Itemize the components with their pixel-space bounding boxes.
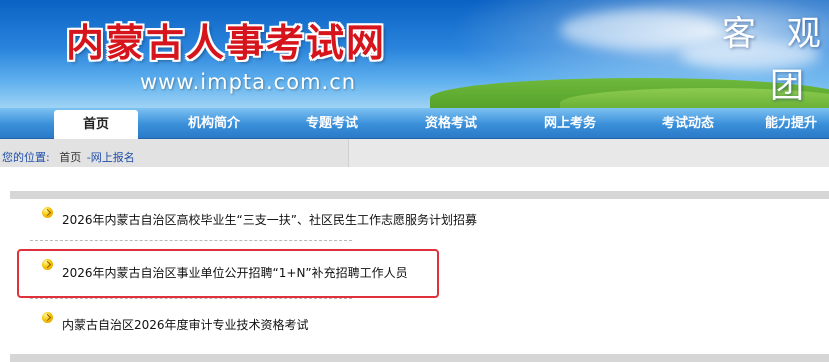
nav-item-home[interactable]: 首页 bbox=[54, 110, 138, 139]
nav-item-exam-news[interactable]: 考试动态 bbox=[646, 108, 730, 138]
main-nav: 首页 机构简介 专题考试 资格考试 网上考务 考试动态 能力提升 bbox=[0, 108, 829, 139]
nav-item-online-affairs[interactable]: 网上考务 bbox=[528, 108, 612, 138]
arrow-bullet-icon bbox=[42, 259, 53, 270]
slogan-line-1: 客 观 公 bbox=[722, 14, 829, 54]
nav-item-qualification-exams[interactable]: 资格考试 bbox=[409, 108, 493, 138]
content-bottom-divider bbox=[10, 354, 829, 362]
dashed-separator bbox=[30, 240, 352, 241]
list-item-link[interactable]: 2026年内蒙古自治区高校毕业生“三支一扶”、社区民生工作志愿服务计划招募 bbox=[62, 211, 477, 228]
site-title: 内蒙古人事考试网 bbox=[66, 20, 387, 65]
dashed-separator bbox=[30, 298, 352, 299]
list-item-link[interactable]: 2026年内蒙古自治区事业单位公开招聘“1+N”补充招聘工作人员 bbox=[62, 264, 408, 281]
breadcrumb-current[interactable]: -网上报名 bbox=[87, 151, 135, 164]
breadcrumb: 您的位置: 首页 -网上报名 bbox=[2, 149, 135, 165]
nav-item-about[interactable]: 机构简介 bbox=[172, 108, 256, 138]
nav-item-special-exams[interactable]: 专题考试 bbox=[290, 108, 374, 138]
arrow-bullet-icon bbox=[42, 312, 53, 323]
list-item-link[interactable]: 内蒙古自治区2026年度审计专业技术资格考试 bbox=[62, 316, 309, 333]
breadcrumb-bar: 您的位置: 首页 -网上报名 bbox=[0, 139, 829, 167]
site-url: www.impta.com.cn bbox=[140, 70, 357, 94]
content-top-divider bbox=[10, 191, 829, 199]
slogan-line-2: 团 结 bbox=[770, 66, 829, 106]
breadcrumb-home-link[interactable]: 首页 bbox=[59, 151, 81, 164]
cloud-decoration bbox=[560, 10, 720, 50]
header-banner: 内蒙古人事考试网 www.impta.com.cn 客 观 公 团 结 bbox=[0, 0, 829, 108]
breadcrumb-label: 您的位置: bbox=[2, 151, 50, 164]
arrow-bullet-icon bbox=[42, 207, 53, 218]
nav-item-ability[interactable]: 能力提升 bbox=[765, 108, 829, 138]
